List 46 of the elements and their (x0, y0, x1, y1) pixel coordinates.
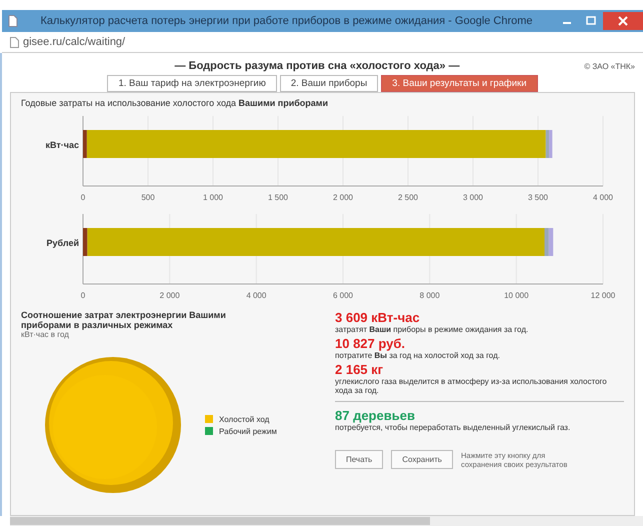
action-button[interactable]: Сохранить (391, 450, 453, 469)
tab[interactable]: 1. Ваш тариф на электроэнергию (107, 75, 277, 92)
tick-label: 1 000 (202, 193, 224, 202)
corner-text: © ЗАО «ТНК» (584, 62, 635, 70)
action-button[interactable]: Печать (335, 450, 384, 469)
page-icon (10, 36, 19, 48)
window-title: Калькулятор расчета потерь энергии при работе приборов в режиме ожидания - Google Chrome (39, 15, 534, 27)
result-text: углекислого газа выделится в атмосферу из-за использования холостого хода за год. (335, 377, 608, 395)
tick-label: 6 000 (332, 291, 354, 300)
tick-label: 3 500 (528, 193, 548, 202)
close-button[interactable] (603, 12, 643, 30)
tick-label: 2 000 (332, 193, 354, 202)
result-text: затратят Ваши приборы в режиме ожидания за год. (335, 325, 530, 334)
tab[interactable]: 3. Ваши результаты и графики (381, 75, 538, 92)
tick-label: 4 000 (246, 291, 266, 300)
chart-title: Годовые затраты на использование холостого хода Вашими приборами (21, 98, 329, 108)
tick-label: 500 (141, 193, 155, 202)
legend-label: Холостой ход (219, 414, 270, 424)
result-value: 2 165 кг (335, 362, 384, 377)
tick-label: 2 000 (160, 291, 180, 300)
result-value: 3 609 кВт-час (335, 310, 421, 325)
page-heading: — Бодрость разума против сна «холостого хода» — (174, 60, 461, 72)
tick-label: 10 000 (504, 291, 529, 300)
tick-label: 0 (80, 291, 86, 300)
legend-label: Рабочий режим (219, 426, 277, 436)
tick-label: 2 500 (398, 193, 418, 202)
pie-title: Соотношение затрат электроэнергии Вашими приборами в различных режимах (21, 310, 227, 330)
tick-label: 0 (80, 193, 86, 202)
result-text: потребуется, чтобы переработать выделенный углекислый газ. (335, 423, 572, 432)
result-value: 87 деревьев (335, 408, 416, 423)
tick-label: 3 000 (462, 193, 484, 202)
tick-label: 12 000 (590, 291, 616, 300)
category-label: Рублей (46, 238, 79, 248)
tab[interactable]: 2. Ваши приборы (280, 75, 378, 92)
scrollbar-thumb[interactable] (10, 517, 430, 525)
url-text[interactable]: gisee.ru/calc/waiting/ (23, 36, 126, 48)
maximize-icon (586, 16, 596, 26)
result-text: потратите Вы за год на холостой ход за год. (335, 351, 501, 360)
tick-label: 1 500 (268, 193, 288, 202)
tick-label: 4 000 (592, 193, 614, 202)
tick-label: 8 000 (420, 291, 440, 300)
close-icon (618, 16, 628, 26)
category-label: кВт·час (45, 140, 79, 150)
page-icon (8, 15, 18, 27)
result-value: 10 827 руб. (335, 336, 406, 351)
pie-subtitle: кВт·час в год (21, 330, 70, 339)
